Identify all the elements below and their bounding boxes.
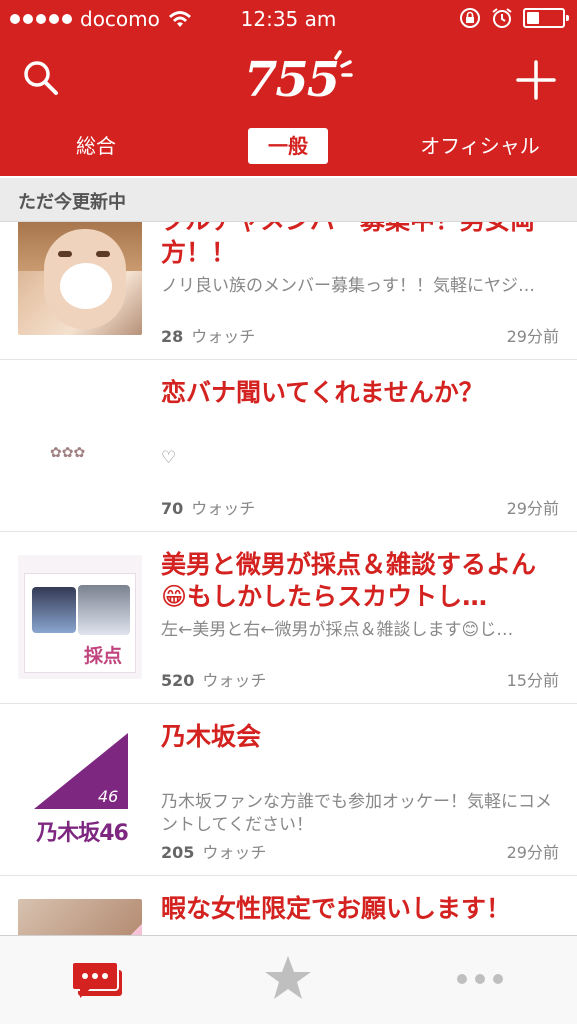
thumb-small-label: 46	[98, 787, 119, 806]
nav-bar: 755	[0, 40, 577, 116]
rotation-lock-icon	[460, 8, 480, 28]
list-item[interactable]: 暇な女性限定でお願いします！	[0, 877, 577, 935]
list-item[interactable]: クルチャメンバー募集中！男女両方！！ ノリ良い族のメンバー募集っす！！気軽にヤジ…	[0, 222, 577, 360]
item-watch: 28 ウォッチ	[161, 323, 255, 347]
logo-sparkle-icon	[334, 50, 353, 77]
battery-level	[527, 12, 539, 24]
talk-list: クルチャメンバー募集中！男女両方！！ ノリ良い族のメンバー募集っす！！気軽にヤジ…	[0, 222, 577, 935]
watch-count: 70	[161, 499, 184, 518]
list-item[interactable]: 46 乃木坂46 乃木坂会 乃木坂ファンな方誰でも参加オッケー！気軽にコメントし…	[0, 705, 577, 876]
category-tabs: 総合 一般 オフィシャル	[0, 122, 577, 170]
bottom-tab-bar	[0, 935, 577, 1024]
thumb-label: 乃木坂46	[36, 821, 129, 846]
thumb-eye	[58, 251, 72, 257]
item-time: 29分前	[506, 843, 559, 862]
thumb-mask	[60, 263, 112, 309]
battery-icon	[523, 8, 569, 28]
item-title: 乃木坂会	[161, 722, 262, 751]
more-icon[interactable]	[450, 954, 510, 1004]
tab-general-all[interactable]: 総合	[56, 128, 136, 164]
list-item[interactable]: 採点 美男と微男が採点＆雑談するよん😁もしかしたらスカウトし… 左←美男と右←微…	[0, 533, 577, 704]
status-right	[459, 7, 569, 29]
watch-label: ウォッチ	[202, 671, 267, 690]
item-thumbnail: ✿✿✿	[18, 383, 142, 507]
flower-text: ✿✿✿	[50, 445, 86, 461]
item-description: 乃木坂ファンな方誰でも参加オッケー！気軽にコメントしてください！	[161, 792, 552, 835]
search-icon[interactable]	[20, 56, 64, 100]
item-thumbnail: 採点	[18, 555, 142, 679]
item-description: ノリ良い族のメンバー募集っす！！気軽にヤジ…	[161, 276, 535, 296]
thumb-eye	[96, 251, 110, 257]
item-title: 美男と微男が採点＆雑談するよん😁もしかしたらスカウトし…	[161, 550, 537, 611]
section-title: ただ今更新中	[18, 192, 126, 213]
list-item[interactable]: ✿✿✿ 恋バナ聞いてくれませんか？ ♡ 70 ウォッチ 29分前	[0, 361, 577, 532]
item-thumbnail: 46 乃木坂46	[18, 727, 142, 851]
plus-icon[interactable]	[514, 58, 558, 102]
star-icon[interactable]	[258, 954, 318, 1004]
item-watch: 520 ウォッチ	[161, 667, 266, 691]
item-title: クルチャメンバー募集中！男女両方！！	[161, 222, 535, 267]
status-bar: docomo 12:35 am	[0, 0, 577, 40]
item-thumbnail	[18, 222, 142, 335]
alarm-icon	[492, 8, 512, 28]
item-time: 29分前	[506, 499, 559, 518]
watch-count: 28	[161, 327, 184, 346]
tab-official[interactable]: オフィシャル	[402, 128, 558, 164]
watch-label: ウォッチ	[191, 499, 256, 518]
item-title: 恋バナ聞いてくれませんか？	[161, 378, 484, 407]
chat-icon[interactable]	[68, 954, 128, 1004]
item-description: ♡	[161, 448, 177, 468]
watch-count: 205	[161, 843, 195, 862]
item-watch: 205 ウォッチ	[161, 839, 266, 863]
watch-label: ウォッチ	[191, 327, 256, 346]
thumb-label: 採点	[84, 645, 123, 667]
item-time: 29分前	[506, 327, 559, 346]
thumb-person	[78, 585, 130, 635]
watch-count: 520	[161, 671, 195, 690]
item-time: 15分前	[506, 671, 559, 690]
watch-label: ウォッチ	[202, 843, 267, 862]
item-watch: 70 ウォッチ	[161, 495, 255, 519]
thumb-person	[32, 587, 76, 633]
app-logo: 755	[244, 48, 358, 110]
app-header: docomo 12:35 am 755 総合 一般 オフィシャル	[0, 0, 577, 176]
item-title: 暇な女性限定でお願いします！	[161, 894, 512, 923]
item-description: 左←美男と右←微男が採点＆雑談します😊じ…	[161, 620, 514, 640]
item-thumbnail	[18, 899, 142, 935]
section-header: ただ今更新中	[0, 178, 577, 222]
tab-general[interactable]: 一般	[248, 128, 328, 164]
